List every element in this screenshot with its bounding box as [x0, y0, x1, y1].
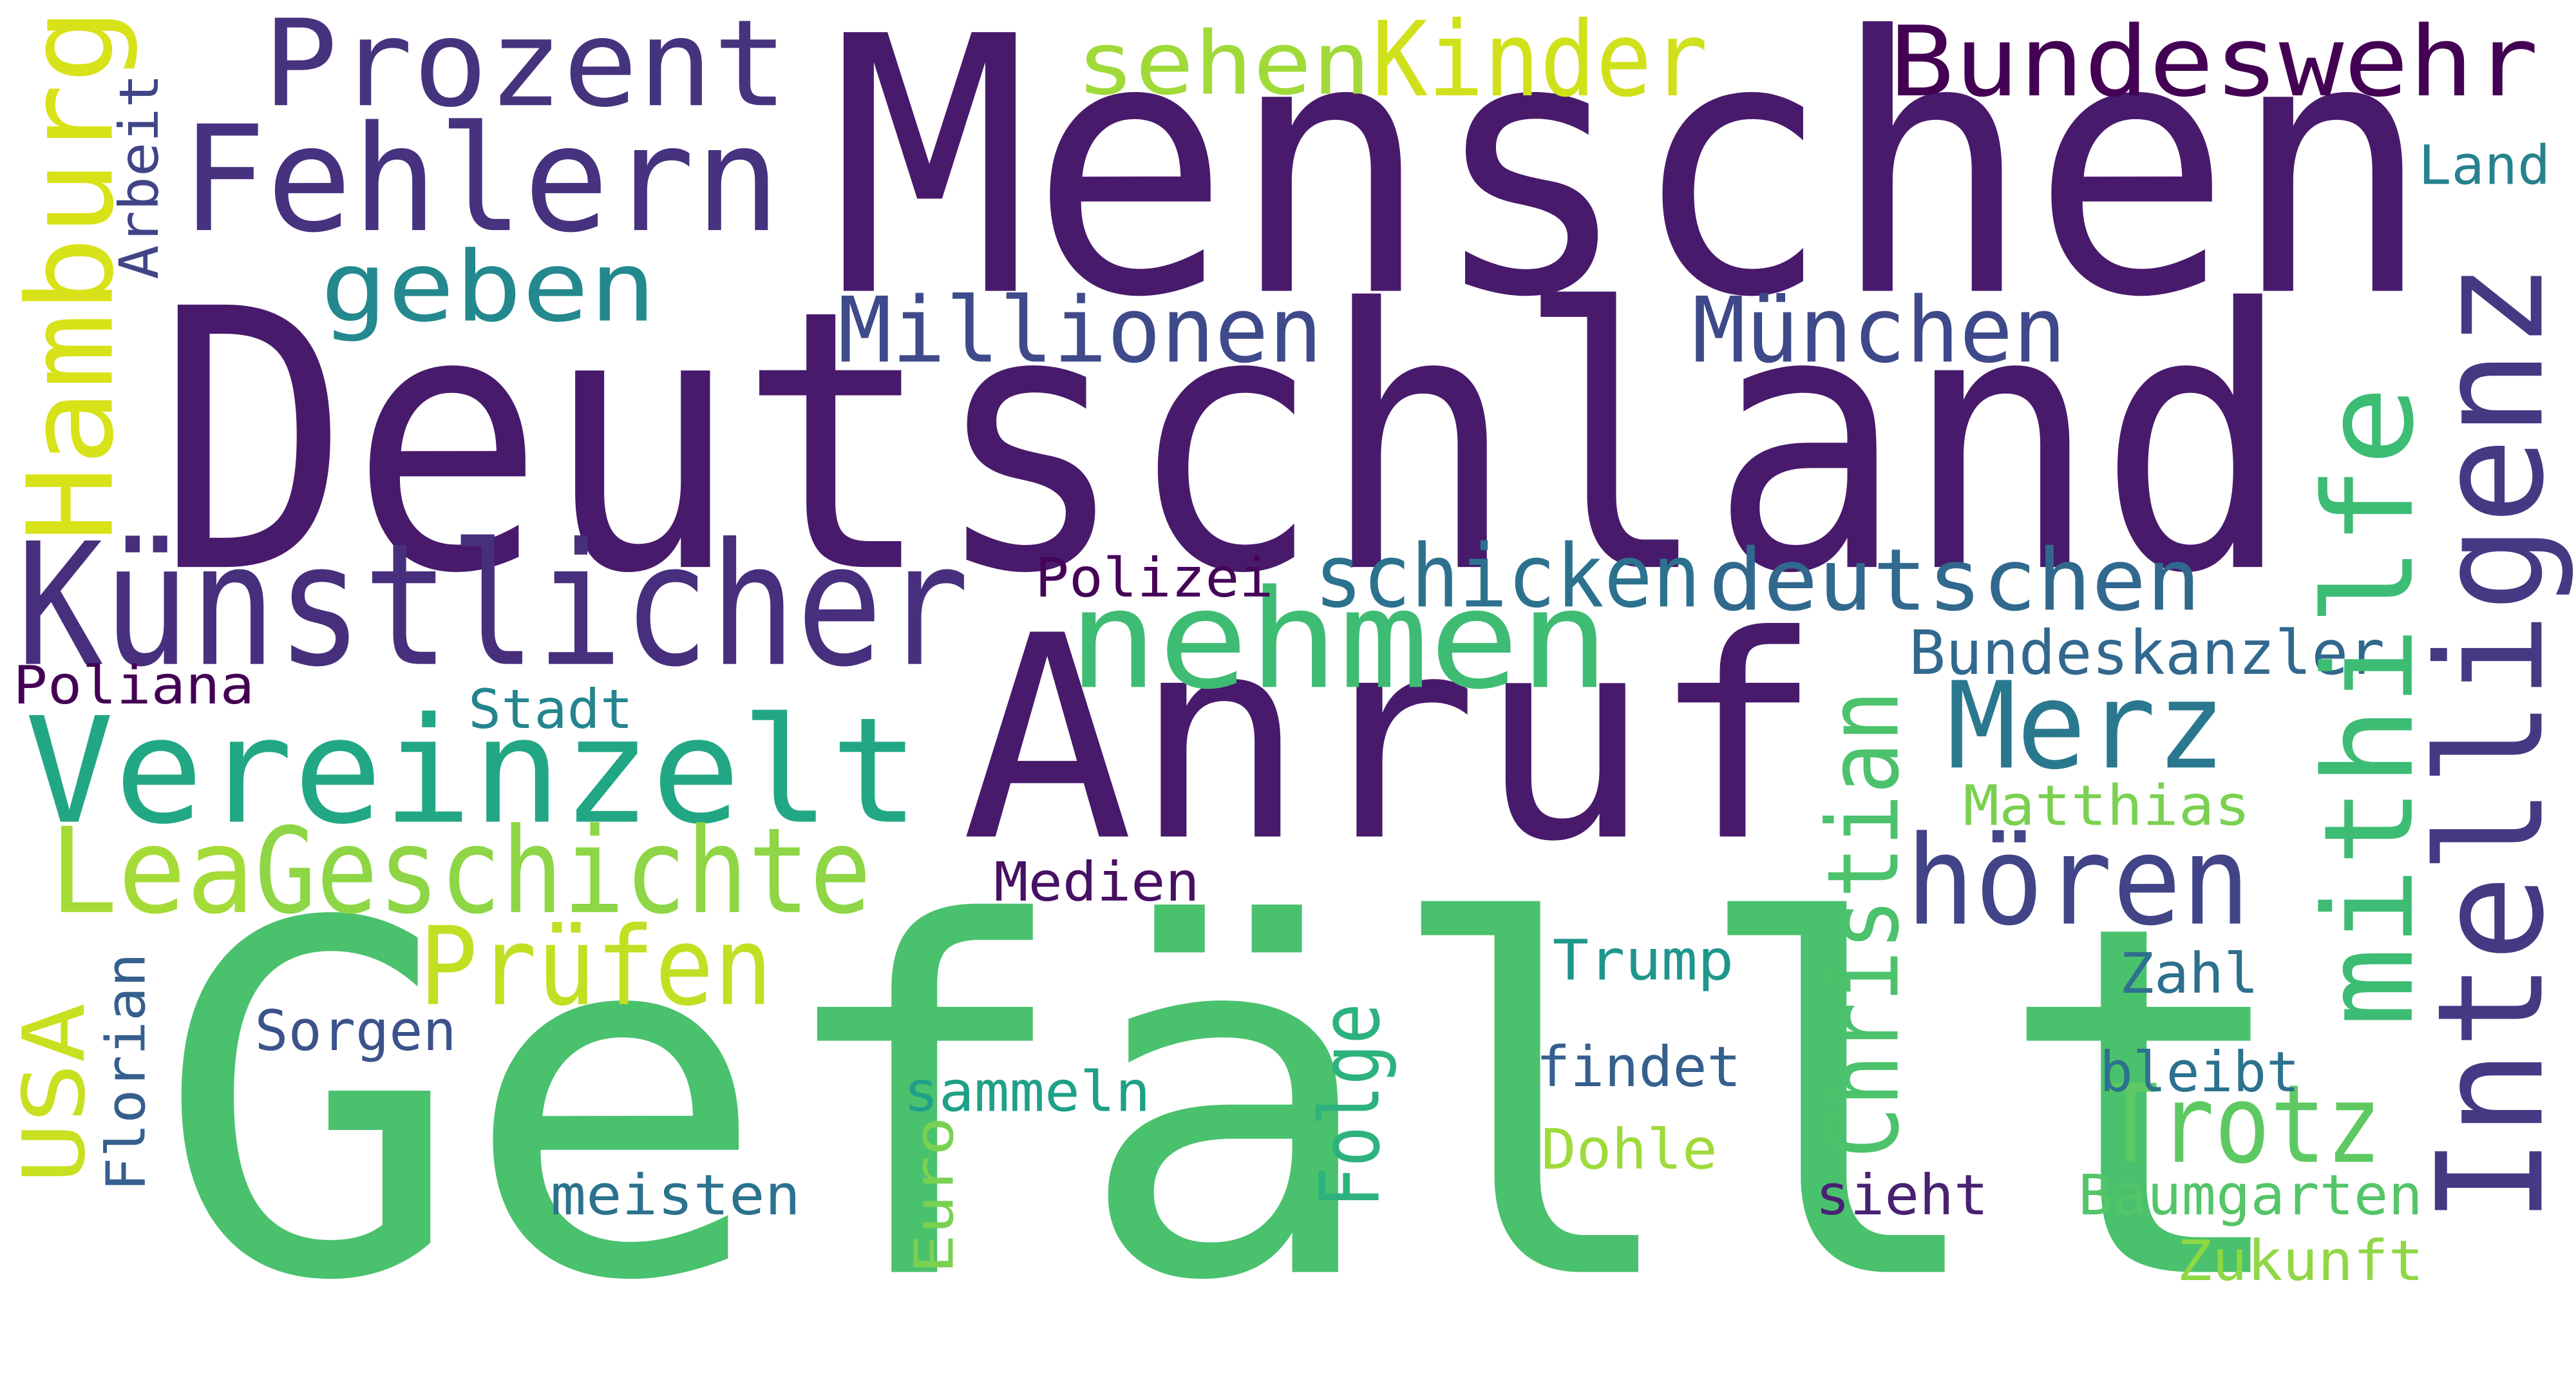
word: Baumgarten	[2078, 1163, 2423, 1230]
word-vertical: USA	[6, 1002, 106, 1183]
word: Prozent	[263, 0, 788, 135]
word: findet	[1536, 1035, 1741, 1102]
word: München	[1692, 278, 2067, 383]
word: Lea	[49, 801, 255, 941]
word-vertical: Arbeit	[106, 73, 171, 280]
word: sammeln	[904, 1060, 1151, 1126]
word: Zahl	[2119, 941, 2259, 1008]
word: Zukunft	[2177, 1229, 2424, 1296]
word: Trump	[1552, 928, 1734, 995]
word: Millionen	[838, 278, 1323, 383]
word-cloud: Menschen Deutschland Gefällt Anruf Künst…	[0, 0, 2576, 1347]
word-vertical: Florian	[93, 953, 158, 1192]
word-vertical: Intelligenz	[2405, 262, 2576, 1225]
word: Bundeswehr	[1889, 5, 2539, 119]
word: geben	[320, 230, 657, 344]
word: meisten	[550, 1163, 801, 1230]
word: sieht	[1815, 1163, 1989, 1230]
word: Merz	[1946, 657, 2226, 798]
word: Prüfen	[419, 904, 773, 1031]
word: Kinder	[1372, 0, 1709, 120]
word: sehen	[1075, 14, 1371, 115]
word-vertical: Folge	[1302, 1003, 1398, 1208]
word: Dohle	[1540, 1117, 1718, 1183]
word: deutschen	[1709, 532, 2201, 631]
word: Medien	[994, 849, 1200, 914]
word-vertical: Euro	[902, 1116, 966, 1274]
word: Sorgen	[254, 999, 457, 1066]
word: Land	[2418, 133, 2551, 198]
word: Matthias	[1963, 774, 2251, 840]
word-vertical: Christian	[1807, 690, 1922, 1159]
word: Polizei	[1035, 545, 1274, 610]
word: bleibt	[2099, 1040, 2300, 1106]
